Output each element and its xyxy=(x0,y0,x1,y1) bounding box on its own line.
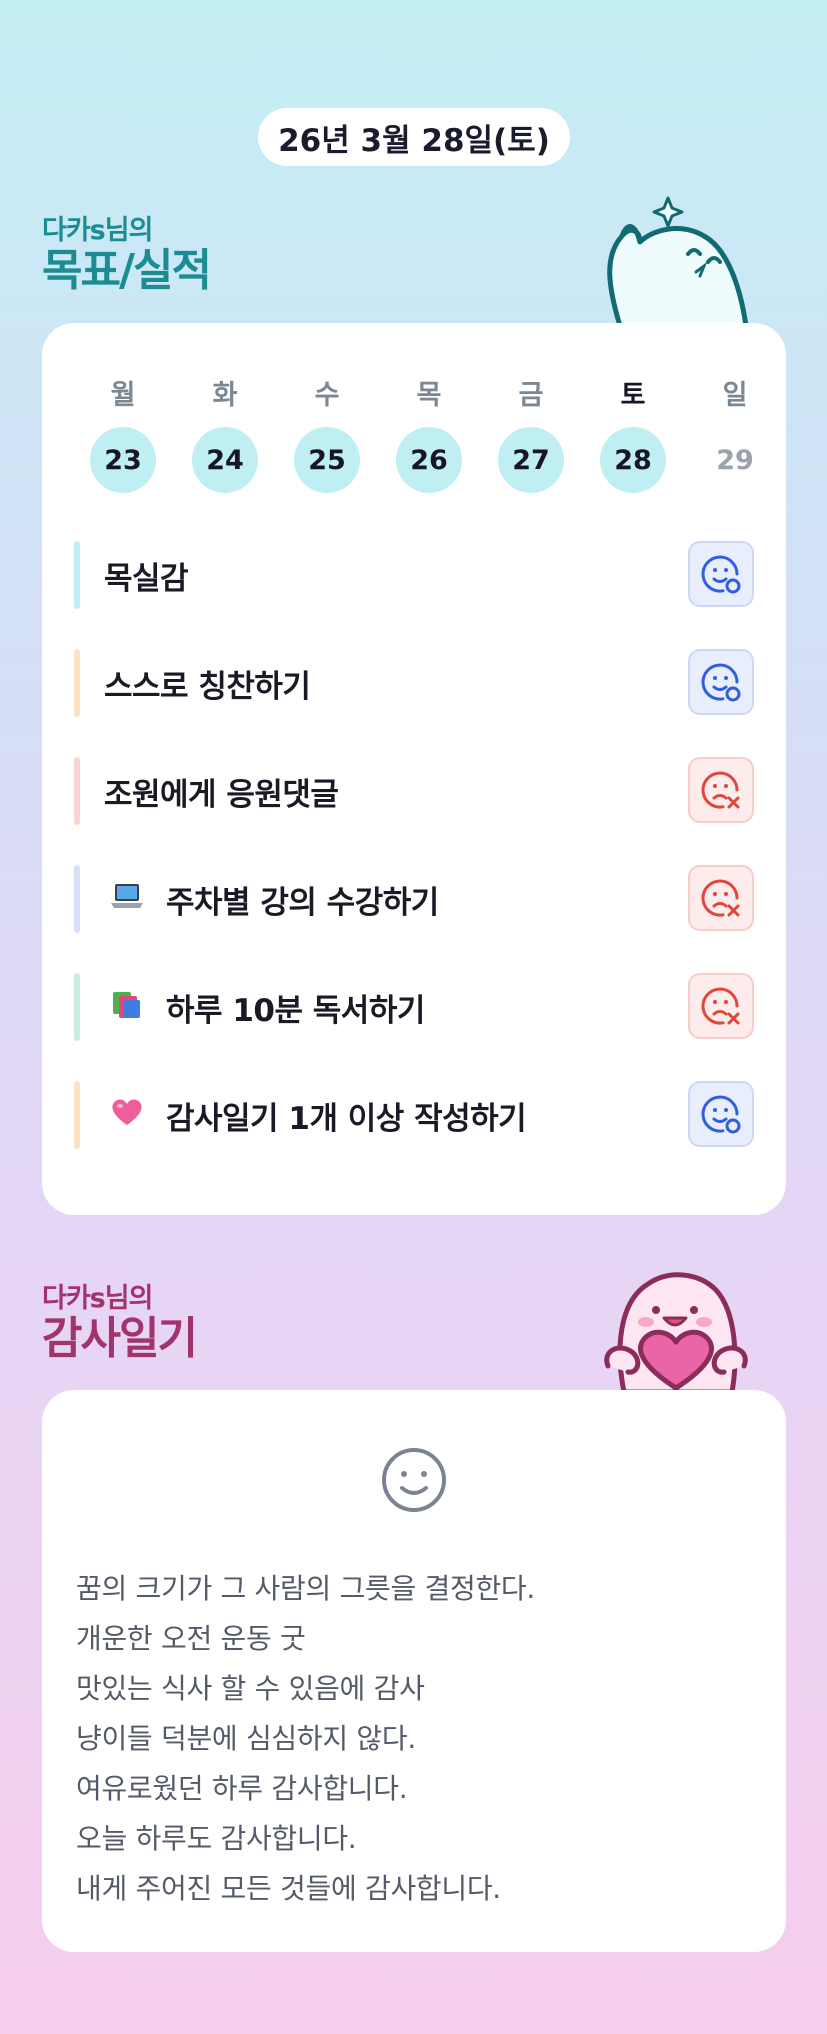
smile-check-icon xyxy=(701,663,741,702)
goal-label: 하루 10분 독서하기 xyxy=(166,992,425,1029)
gratitude-section-title: 다카s님의 감사일기 xyxy=(42,1276,198,1364)
goal-item[interactable]: 감사일기 1개 이상 작성하기 xyxy=(74,1081,754,1149)
goal-label: 감사일기 1개 이상 작성하기 xyxy=(166,1100,527,1137)
goal-color-bar xyxy=(74,757,80,825)
day-number: 26 xyxy=(396,427,462,493)
goals-owner-label: 다카s님의 xyxy=(42,215,153,246)
day-number: 29 xyxy=(716,444,754,476)
day-sat[interactable]: 토 28 xyxy=(582,373,684,493)
cheering-ghost-mascot-icon xyxy=(607,196,749,326)
day-of-week-label: 일 xyxy=(722,380,748,411)
laptop-icon xyxy=(110,881,150,918)
goal-item[interactable]: 하루 10분 독서하기 xyxy=(74,973,754,1041)
gratitude-entry: 꿈의 크기가 그 사람의 그릇을 결정한다. xyxy=(76,1572,535,1605)
day-number: 23 xyxy=(90,427,156,493)
books-icon xyxy=(110,988,150,1027)
goal-item[interactable]: 조원에게 응원댓글 xyxy=(74,757,754,825)
goal-item[interactable]: 스스로 칭찬하기 xyxy=(74,649,754,717)
day-number: 25 xyxy=(294,427,360,493)
goal-color-bar xyxy=(74,649,80,717)
pink-heart-icon xyxy=(110,1097,150,1134)
goal-color-bar xyxy=(74,1081,80,1149)
gratitude-entry: 개운한 오전 운동 굿 xyxy=(76,1622,306,1655)
day-number: 28 xyxy=(600,427,666,493)
goals-section-title: 다카s님의 목표/실적 xyxy=(42,208,212,296)
sad-x-icon xyxy=(701,771,740,809)
day-of-week-label: 금 xyxy=(518,380,544,411)
day-of-week-label: 화 xyxy=(212,380,238,411)
sad-x-icon xyxy=(701,987,740,1025)
day-of-week-label: 월 xyxy=(110,380,136,411)
goal-status-success[interactable] xyxy=(688,649,754,715)
goal-label: 목실감 xyxy=(104,560,189,597)
goals-card: 월 23 화 24 수 25 목 26 금 27 토 28 일 29 목실감 스… xyxy=(42,323,786,1215)
gratitude-entry: 냥이들 덕분에 심심하지 않다. xyxy=(76,1722,416,1755)
date-display: 26년 3월 28일(토) xyxy=(258,108,570,166)
smiley-face-icon xyxy=(382,1448,446,1512)
day-of-week-label: 목 xyxy=(416,380,442,411)
gratitude-entry: 오늘 하루도 감사합니다. xyxy=(76,1822,357,1855)
goal-status-success[interactable] xyxy=(688,541,754,607)
day-of-week-label-today: 토 xyxy=(620,380,646,411)
goals-title: 목표/실적 xyxy=(42,245,212,296)
goal-status-fail[interactable] xyxy=(688,757,754,823)
goal-label: 조원에게 응원댓글 xyxy=(104,776,339,813)
week-calendar: 월 23 화 24 수 25 목 26 금 27 토 28 일 29 xyxy=(72,373,786,493)
gratitude-owner-label: 다카s님의 xyxy=(42,1283,153,1314)
gratitude-entry: 여유로웠던 하루 감사합니다. xyxy=(76,1772,408,1805)
goal-color-bar xyxy=(74,973,80,1041)
gratitude-entry: 내게 주어진 모든 것들에 감사합니다. xyxy=(76,1872,501,1905)
goal-item[interactable]: 주차별 강의 수강하기 xyxy=(74,865,754,933)
goal-color-bar xyxy=(74,865,80,933)
day-number: 27 xyxy=(498,427,564,493)
gratitude-entries: 꿈의 크기가 그 사람의 그릇을 결정한다. 개운한 오전 운동 굿 맛있는 식… xyxy=(76,1564,535,1914)
gratitude-card: 꿈의 크기가 그 사람의 그릇을 결정한다. 개운한 오전 운동 굿 맛있는 식… xyxy=(42,1390,786,1952)
sad-x-icon xyxy=(701,879,740,917)
day-fri[interactable]: 금 27 xyxy=(480,373,582,493)
goal-status-fail[interactable] xyxy=(688,973,754,1039)
day-tue[interactable]: 화 24 xyxy=(174,373,276,493)
goal-item[interactable]: 목실감 xyxy=(74,541,754,609)
goal-status-success[interactable] xyxy=(688,1081,754,1147)
gratitude-entry: 맛있는 식사 할 수 있음에 감사 xyxy=(76,1672,425,1705)
smile-check-icon xyxy=(701,1095,741,1134)
gratitude-title: 감사일기 xyxy=(42,1313,198,1364)
day-wed[interactable]: 수 25 xyxy=(276,373,378,493)
goal-label: 스스로 칭찬하기 xyxy=(104,668,311,705)
day-number: 24 xyxy=(192,427,258,493)
goal-color-bar xyxy=(74,541,80,609)
heart-hugging-mascot-icon xyxy=(604,1272,748,1392)
day-thu[interactable]: 목 26 xyxy=(378,373,480,493)
goal-label: 주차별 강의 수강하기 xyxy=(166,884,439,921)
smile-check-icon xyxy=(701,555,741,594)
day-of-week-label: 수 xyxy=(314,380,340,411)
day-mon[interactable]: 월 23 xyxy=(72,373,174,493)
day-sun[interactable]: 일 29 xyxy=(684,373,786,493)
goal-status-fail[interactable] xyxy=(688,865,754,931)
